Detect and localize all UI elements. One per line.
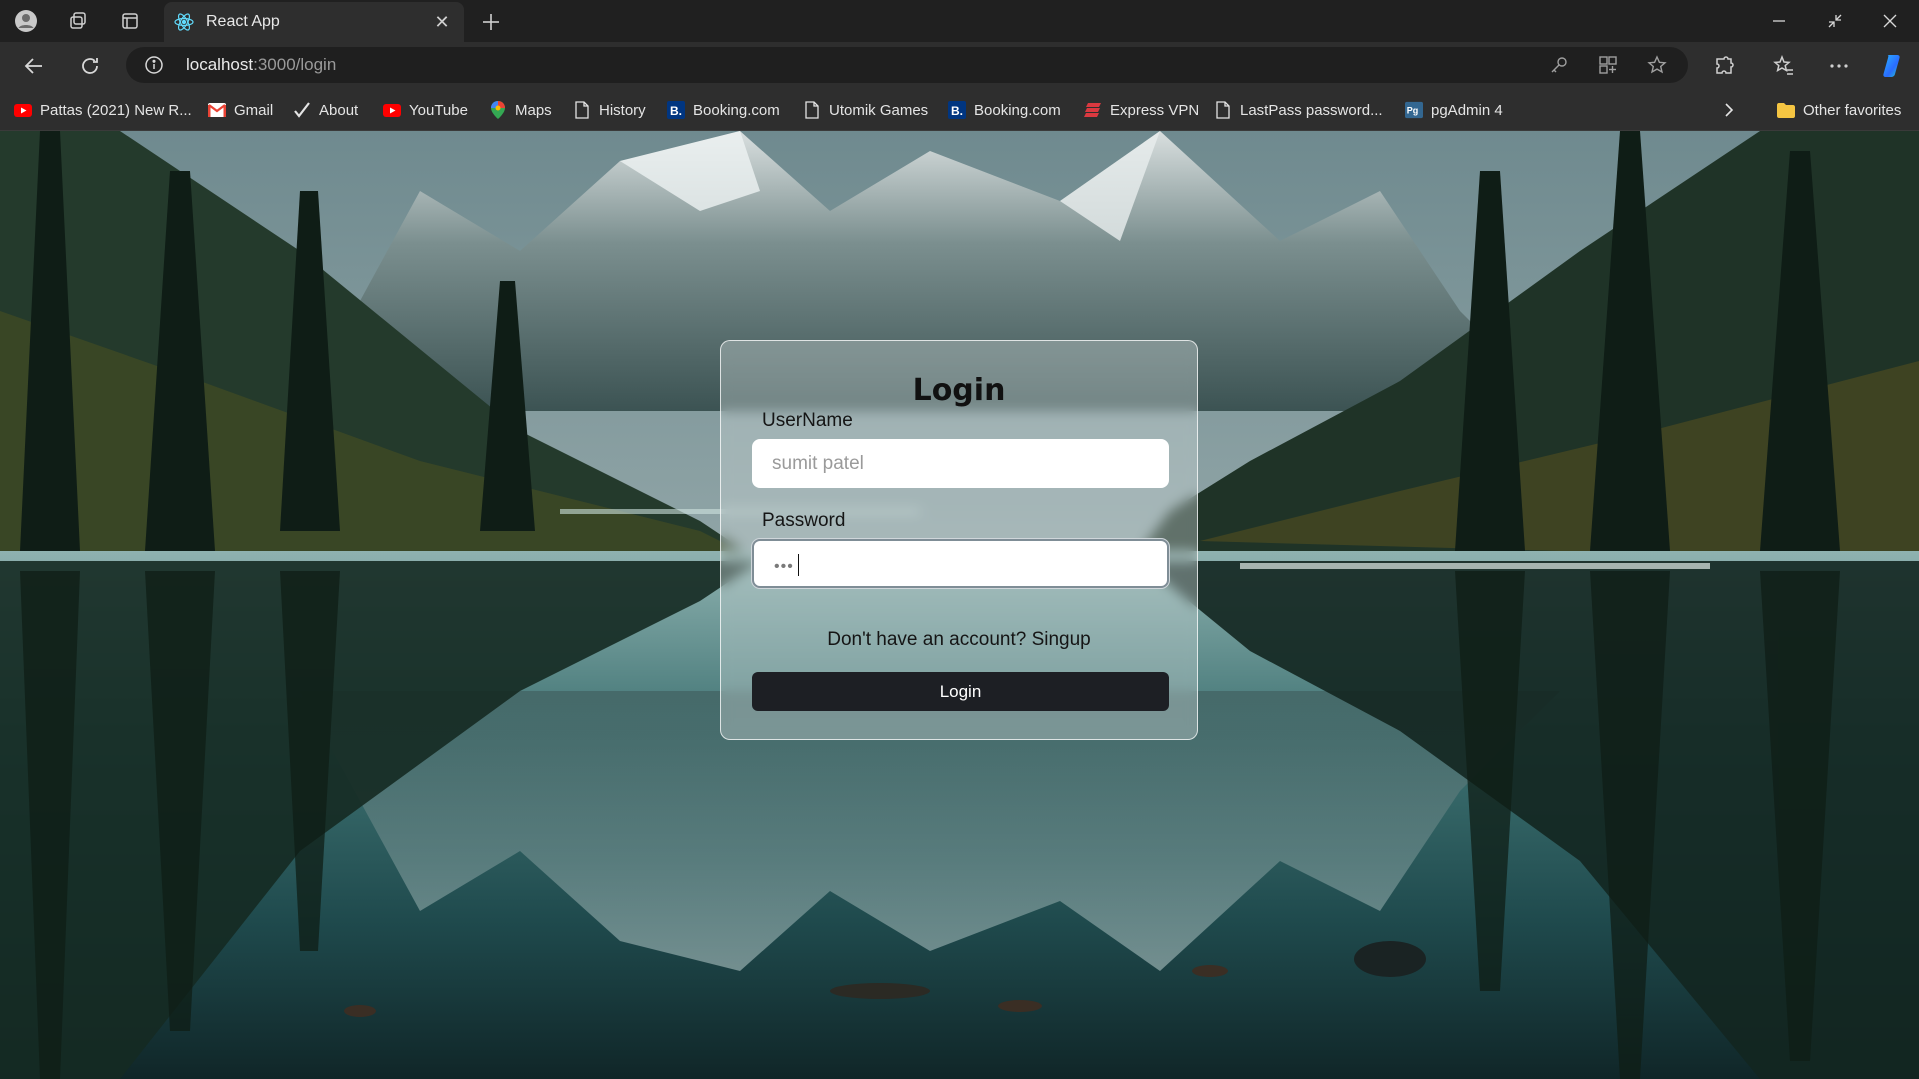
signup-link[interactable]: Don't have an account? Singup [721, 629, 1197, 651]
page-viewport: Login UserName sumit patel Password ••• … [0, 131, 1919, 1079]
restore-window-icon[interactable] [1813, 6, 1857, 36]
other-favorites-label: Other favorites [1803, 101, 1902, 119]
favorite-history[interactable]: History [573, 99, 646, 121]
other-favorites[interactable]: Other favorites [1777, 99, 1901, 121]
close-window-icon[interactable] [1868, 6, 1912, 36]
url-text[interactable]: localhost:3000/login [186, 55, 336, 75]
booking-icon: B. [948, 101, 966, 119]
more-menu-icon[interactable] [1825, 52, 1853, 80]
checkmark-icon [293, 101, 311, 119]
favorite-pattas[interactable]: Pattas (2021) New R... [14, 99, 192, 121]
favorite-about[interactable]: About [293, 99, 358, 121]
favorite-label: Utomik Games [829, 101, 929, 119]
favorite-booking-1[interactable]: B. Booking.com [667, 99, 780, 121]
minimize-icon[interactable] [1757, 6, 1801, 36]
favorite-utomik[interactable]: Utomik Games [803, 99, 928, 121]
login-title: Login [912, 373, 1006, 408]
page-icon [573, 101, 591, 119]
username-input[interactable]: sumit patel [752, 439, 1169, 488]
tab-title: React App [206, 13, 280, 30]
workspaces-icon[interactable] [66, 9, 90, 33]
favorite-label: History [599, 101, 646, 119]
svg-text:B.: B. [951, 104, 963, 118]
svg-text:Pg: Pg [1407, 106, 1419, 116]
password-key-icon[interactable] [1547, 53, 1571, 77]
login-card: Login UserName sumit patel Password ••• … [720, 340, 1198, 740]
favorite-lastpass[interactable]: LastPass password... [1214, 99, 1383, 121]
password-label: Password [762, 510, 846, 531]
booking-icon: B. [667, 101, 685, 119]
svg-text:B.: B. [670, 104, 682, 118]
pgadmin-icon: Pg [1405, 101, 1423, 119]
favorite-label: pgAdmin 4 [1431, 101, 1503, 119]
favorite-label: About [319, 101, 359, 119]
favorites-overflow-chevron-icon[interactable] [1722, 99, 1736, 121]
tab-react-app[interactable]: React App ✕ [164, 2, 464, 42]
address-toolbar: localhost:3000/login [0, 42, 1919, 90]
favorite-expressvpn[interactable]: Express VPN [1084, 99, 1199, 121]
page-icon [1214, 101, 1232, 119]
favorite-label: YouTube [409, 101, 468, 119]
page-icon [803, 101, 821, 119]
folder-icon [1777, 101, 1795, 119]
tab-close-icon[interactable]: ✕ [430, 10, 454, 34]
new-tab-button[interactable] [478, 9, 504, 35]
login-button[interactable]: Login [752, 672, 1169, 711]
app-available-icon[interactable] [1596, 53, 1620, 77]
favorite-maps[interactable]: Maps [489, 99, 552, 121]
gmail-icon [208, 101, 226, 119]
maps-pin-icon [489, 101, 507, 119]
favorite-label: Pattas (2021) New R... [40, 101, 192, 119]
youtube-icon [383, 101, 401, 119]
favorite-label: Maps [515, 101, 552, 119]
react-logo-icon [174, 12, 194, 32]
password-input[interactable]: ••• [752, 539, 1169, 588]
site-info-icon[interactable] [144, 55, 164, 75]
url-host: localhost [186, 55, 254, 74]
address-bar[interactable]: localhost:3000/login [126, 47, 1688, 83]
profile-avatar-icon[interactable] [14, 9, 38, 33]
favorite-label: Booking.com [693, 101, 780, 119]
username-label: UserName [762, 410, 853, 431]
copilot-icon[interactable] [1878, 52, 1906, 80]
text-caret [798, 554, 799, 576]
favorites-bar: Pattas (2021) New R... Gmail About YouTu… [0, 90, 1919, 131]
expressvpn-icon [1084, 101, 1102, 119]
favorite-label: Express VPN [1110, 101, 1200, 119]
favorite-youtube[interactable]: YouTube [383, 99, 468, 121]
favorite-pgadmin[interactable]: Pg pgAdmin 4 [1405, 99, 1503, 121]
extensions-icon[interactable] [1710, 52, 1738, 80]
favorite-label: LastPass password... [1240, 101, 1383, 119]
favorite-star-icon[interactable] [1645, 53, 1669, 77]
url-path: :3000/login [253, 55, 337, 74]
favorite-gmail[interactable]: Gmail [208, 99, 273, 121]
tab-actions-icon[interactable] [118, 9, 142, 33]
favorites-list-icon[interactable] [1770, 52, 1798, 80]
tab-strip: React App ✕ [0, 0, 1919, 42]
favorite-booking-2[interactable]: B. Booking.com [948, 99, 1061, 121]
password-masked-value: ••• [774, 558, 794, 575]
favorite-label: Booking.com [974, 101, 1061, 119]
refresh-icon[interactable] [76, 52, 104, 80]
username-placeholder: sumit patel [772, 453, 864, 474]
back-arrow-icon[interactable] [20, 52, 48, 80]
youtube-icon [14, 101, 32, 119]
favorite-label: Gmail [234, 101, 274, 119]
